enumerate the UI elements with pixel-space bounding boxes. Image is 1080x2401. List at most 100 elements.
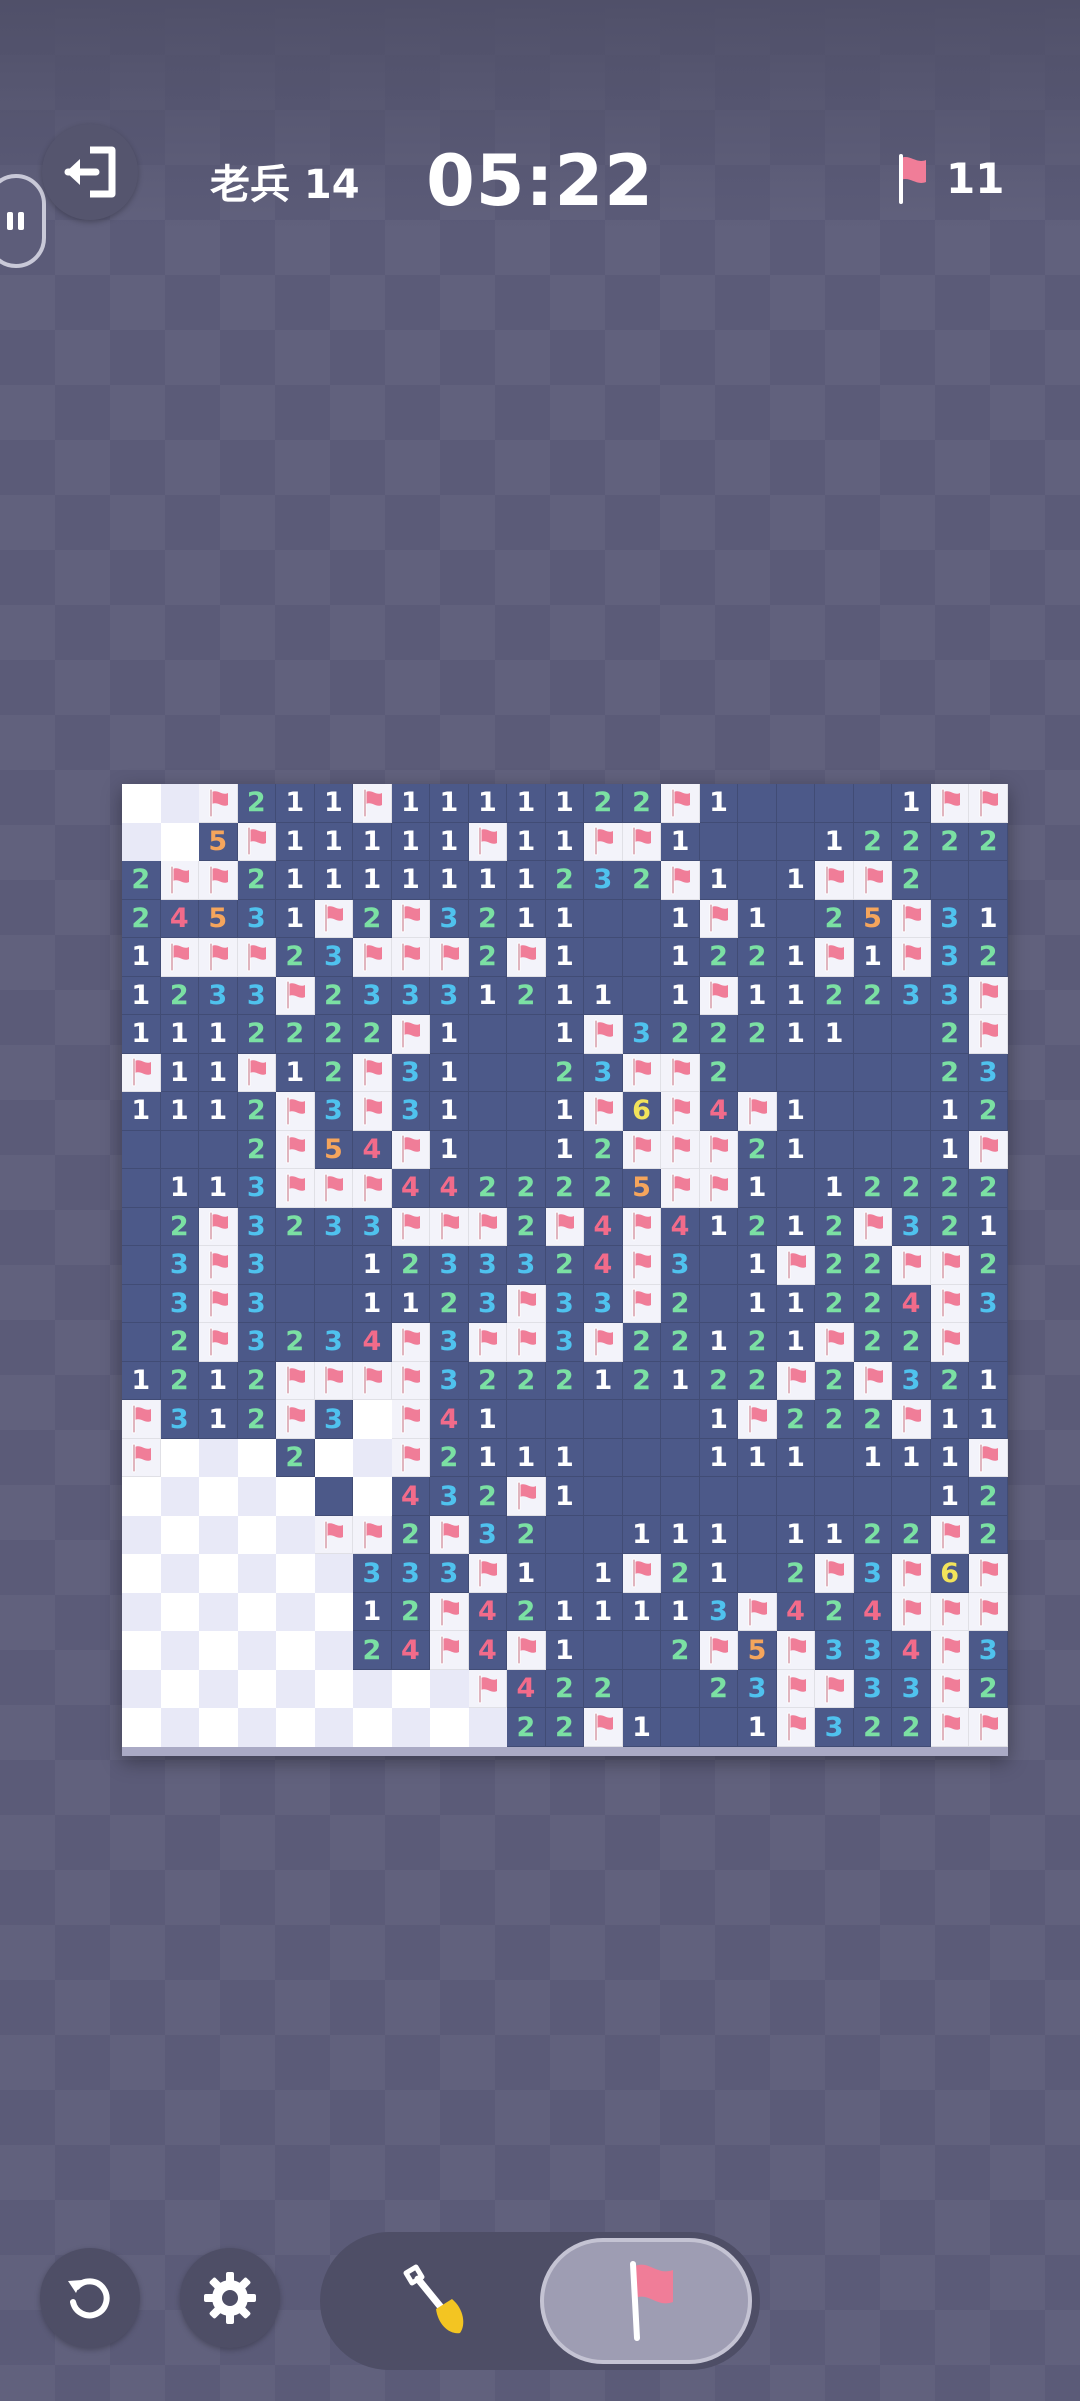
number-cell[interactable]: 1 xyxy=(160,1015,200,1054)
number-cell[interactable]: 3 xyxy=(314,1400,354,1439)
number-cell[interactable]: 1 xyxy=(738,1169,777,1208)
flagged-cell[interactable] xyxy=(584,1015,623,1054)
unrevealed-cell[interactable] xyxy=(468,1708,508,1747)
empty-cell[interactable] xyxy=(853,1130,893,1170)
number-cell[interactable]: 2 xyxy=(930,1015,970,1054)
flagged-cell[interactable] xyxy=(468,1554,508,1593)
number-cell[interactable]: 1 xyxy=(776,1323,816,1362)
empty-cell[interactable] xyxy=(738,1053,777,1093)
number-cell[interactable]: 1 xyxy=(545,822,585,862)
number-cell[interactable]: 1 xyxy=(776,1515,816,1555)
number-cell[interactable]: 1 xyxy=(468,784,508,823)
empty-cell[interactable] xyxy=(699,822,739,862)
number-cell[interactable]: 2 xyxy=(507,1169,546,1208)
number-cell[interactable]: 1 xyxy=(391,861,431,900)
number-cell[interactable]: 1 xyxy=(584,1554,623,1593)
number-cell[interactable]: 2 xyxy=(699,938,739,977)
number-cell[interactable]: 1 xyxy=(699,1207,739,1247)
number-cell[interactable]: 1 xyxy=(815,822,854,862)
flagged-cell[interactable] xyxy=(969,1554,1008,1593)
number-cell[interactable]: 2 xyxy=(661,1554,700,1593)
flagged-cell[interactable] xyxy=(892,899,931,939)
flagged-cell[interactable] xyxy=(353,1169,392,1208)
flagged-cell[interactable] xyxy=(776,1361,816,1401)
number-cell[interactable]: 2 xyxy=(930,822,970,862)
number-cell[interactable]: 3 xyxy=(969,1053,1008,1093)
number-cell[interactable]: 4 xyxy=(430,1169,469,1208)
flagged-cell[interactable] xyxy=(276,1169,315,1208)
number-cell[interactable]: 1 xyxy=(776,976,816,1016)
empty-cell[interactable] xyxy=(468,1015,508,1054)
number-cell[interactable]: 1 xyxy=(661,899,700,939)
number-cell[interactable]: 2 xyxy=(314,976,354,1016)
number-cell[interactable]: 2 xyxy=(622,1323,662,1362)
number-cell[interactable]: 1 xyxy=(776,1015,816,1054)
number-cell[interactable]: 2 xyxy=(815,1207,854,1247)
number-cell[interactable]: 1 xyxy=(276,1053,315,1093)
number-cell[interactable]: 3 xyxy=(353,1554,392,1593)
flagged-cell[interactable] xyxy=(815,1669,854,1709)
empty-cell[interactable] xyxy=(276,1284,315,1324)
flagged-cell[interactable] xyxy=(391,1207,431,1247)
number-cell[interactable]: 1 xyxy=(507,1554,546,1593)
flagged-cell[interactable] xyxy=(353,938,392,977)
empty-cell[interactable] xyxy=(545,1515,585,1555)
flagged-cell[interactable] xyxy=(199,938,238,977)
flagged-cell[interactable] xyxy=(969,1015,1008,1054)
empty-cell[interactable] xyxy=(853,1092,893,1131)
flagged-cell[interactable] xyxy=(969,1708,1008,1747)
flagged-cell[interactable] xyxy=(353,1053,392,1093)
flagged-cell[interactable] xyxy=(584,1323,623,1362)
number-cell[interactable]: 2 xyxy=(468,899,508,939)
number-cell[interactable]: 2 xyxy=(545,861,585,900)
flagged-cell[interactable] xyxy=(930,1708,970,1747)
flagged-cell[interactable] xyxy=(199,861,238,900)
flagged-cell[interactable] xyxy=(930,1515,970,1555)
number-cell[interactable]: 4 xyxy=(353,1130,392,1170)
empty-cell[interactable] xyxy=(661,1669,700,1709)
empty-cell[interactable] xyxy=(699,1477,739,1516)
flagged-cell[interactable] xyxy=(738,1400,777,1439)
number-cell[interactable]: 2 xyxy=(507,976,546,1016)
flagged-cell[interactable] xyxy=(892,1400,931,1439)
number-cell[interactable]: 2 xyxy=(507,1592,546,1632)
flagged-cell[interactable] xyxy=(815,1323,854,1362)
number-cell[interactable]: 5 xyxy=(199,899,238,939)
number-cell[interactable]: 1 xyxy=(507,784,546,823)
empty-cell[interactable] xyxy=(468,1130,508,1170)
number-cell[interactable]: 1 xyxy=(353,861,392,900)
empty-cell[interactable] xyxy=(622,1477,662,1516)
flagged-cell[interactable] xyxy=(122,1053,161,1093)
flagged-cell[interactable] xyxy=(738,1592,777,1632)
flagged-cell[interactable] xyxy=(391,1015,431,1054)
number-cell[interactable]: 2 xyxy=(584,784,623,823)
number-cell[interactable]: 2 xyxy=(738,938,777,977)
flagged-cell[interactable] xyxy=(892,1592,931,1632)
unrevealed-cell[interactable] xyxy=(160,1438,200,1478)
empty-cell[interactable] xyxy=(276,1246,315,1285)
number-cell[interactable]: 3 xyxy=(430,1361,469,1401)
empty-cell[interactable] xyxy=(468,1053,508,1093)
flagged-cell[interactable] xyxy=(776,1246,816,1285)
number-cell[interactable]: 3 xyxy=(930,976,970,1016)
number-cell[interactable]: 3 xyxy=(314,1207,354,1247)
number-cell[interactable]: 3 xyxy=(160,1246,200,1285)
unrevealed-cell[interactable] xyxy=(160,1554,200,1593)
number-cell[interactable]: 2 xyxy=(969,1477,1008,1516)
empty-cell[interactable] xyxy=(314,1284,354,1324)
number-cell[interactable]: 2 xyxy=(468,1477,508,1516)
unrevealed-cell[interactable] xyxy=(237,1669,277,1709)
number-cell[interactable]: 1 xyxy=(430,784,469,823)
empty-cell[interactable] xyxy=(199,1130,238,1170)
unrevealed-cell[interactable] xyxy=(122,1515,161,1555)
number-cell[interactable]: 1 xyxy=(776,1092,816,1131)
number-cell[interactable]: 1 xyxy=(314,784,354,823)
number-cell[interactable]: 2 xyxy=(661,1015,700,1054)
mode-switch[interactable] xyxy=(320,2232,760,2370)
empty-cell[interactable] xyxy=(122,1207,161,1247)
number-cell[interactable]: 2 xyxy=(699,1669,739,1709)
number-cell[interactable]: 1 xyxy=(430,861,469,900)
number-cell[interactable]: 1 xyxy=(969,1207,1008,1247)
unrevealed-cell[interactable] xyxy=(160,1708,200,1747)
number-cell[interactable]: 3 xyxy=(892,1361,931,1401)
